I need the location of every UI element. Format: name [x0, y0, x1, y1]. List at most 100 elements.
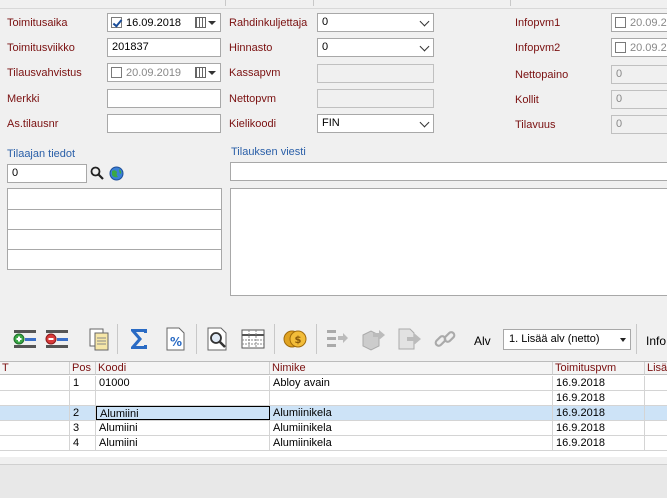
table-row[interactable]: 1 01000 Abloy avain 16.9.2018 — [0, 376, 667, 391]
tilaajan-tiedot-title: Tilaajan tiedot — [7, 148, 76, 160]
copy-document-icon[interactable] — [86, 326, 112, 352]
tilavuus-input: 0 — [611, 115, 667, 134]
infopvm2-checkbox[interactable] — [615, 42, 626, 53]
toimitusviikko-input[interactable]: 201837 — [107, 38, 221, 57]
cell-koodi-focused[interactable]: Alumiini — [96, 406, 270, 420]
alv-select[interactable]: 1. Lisää alv (netto) — [503, 329, 631, 350]
tilausvahvistus-label: Tilausvahvistus — [7, 67, 82, 79]
toolbar-separator — [316, 324, 317, 354]
cell-lisa[interactable] — [645, 391, 667, 405]
remove-row-icon[interactable] — [44, 326, 70, 352]
infopvm2-label: Infopvm2 — [515, 42, 561, 54]
cell-toimituspvm[interactable]: 16.9.2018 — [553, 376, 645, 390]
hinnasto-select[interactable]: 0 — [317, 38, 434, 57]
cell-pos[interactable] — [70, 391, 96, 405]
infopvm2-value: 20.09.20 — [630, 42, 667, 54]
table-view-icon[interactable] — [240, 326, 266, 352]
calendar-icon[interactable] — [195, 67, 206, 78]
dropdown-arrow-icon[interactable] — [208, 71, 216, 75]
link-icon[interactable] — [432, 326, 458, 352]
search-icon[interactable] — [90, 166, 104, 180]
rahdinkuljettaja-value: 0 — [322, 16, 329, 28]
toimitusaika-checkbox[interactable] — [111, 17, 122, 28]
tilauksen-viesti-input[interactable] — [230, 162, 667, 181]
kassapvm-input — [317, 64, 434, 83]
column-header-toimituspvm[interactable]: Toimituspvm — [553, 362, 645, 375]
toimitusaika-datepicker[interactable]: 16.09.2018 — [107, 13, 221, 32]
percent-document-icon[interactable]: % — [162, 326, 188, 352]
cell-koodi[interactable]: Alumiini — [96, 421, 270, 435]
coins-icon[interactable]: $ — [282, 326, 308, 352]
cell-pos[interactable]: 3 — [70, 421, 96, 435]
cell-t[interactable] — [0, 421, 70, 435]
cell-nimike[interactable]: Abloy avain — [270, 376, 553, 390]
cell-pos[interactable]: 1 — [70, 376, 96, 390]
infopvm1-datepicker[interactable]: 20.09.20 — [611, 13, 667, 32]
globe-icon[interactable] — [109, 166, 124, 181]
order-lines-grid[interactable]: T Pos Koodi Nimike Toimituspvm Lisä 1 01… — [0, 361, 667, 457]
svg-text:%: % — [170, 335, 182, 349]
cell-koodi[interactable] — [96, 391, 270, 405]
cell-t[interactable] — [0, 406, 70, 420]
column-header-lisa[interactable]: Lisä — [645, 362, 667, 375]
cell-pos[interactable]: 2 — [70, 406, 96, 420]
cell-koodi[interactable]: 01000 — [96, 376, 270, 390]
preview-icon[interactable] — [204, 326, 230, 352]
cell-t[interactable] — [0, 376, 70, 390]
cell-lisa[interactable] — [645, 436, 667, 450]
cell-koodi[interactable]: Alumiini — [96, 436, 270, 450]
infopvm1-label: Infopvm1 — [515, 17, 561, 29]
column-header-pos[interactable]: Pos — [70, 362, 96, 375]
sum-icon[interactable] — [126, 326, 152, 352]
kielikoodi-value: FIN — [322, 117, 340, 129]
tilaaja-address-box[interactable] — [7, 188, 222, 270]
box-export-icon[interactable] — [360, 326, 386, 352]
tilauksen-viesti-textarea[interactable] — [230, 188, 667, 296]
rahdinkuljettaja-select[interactable]: 0 — [317, 13, 434, 32]
as-tilausnr-input[interactable] — [107, 114, 221, 133]
infopvm1-value: 20.09.20 — [630, 17, 667, 29]
cell-pos[interactable]: 4 — [70, 436, 96, 450]
cell-nimike[interactable]: Alumiinikela — [270, 436, 553, 450]
cell-lisa[interactable] — [645, 376, 667, 390]
cell-nimike[interactable] — [270, 391, 553, 405]
tilausvahvistus-value: 20.09.2019 — [126, 67, 182, 79]
kielikoodi-select[interactable]: FIN — [317, 114, 434, 133]
table-row[interactable]: 4 Alumiini Alumiinikela 16.9.2018 — [0, 436, 667, 451]
table-row[interactable]: 3 Alumiini Alumiinikela 16.9.2018 — [0, 421, 667, 436]
cell-lisa[interactable] — [645, 421, 667, 435]
cell-nimike[interactable]: Alumiinikela — [270, 421, 553, 435]
cell-toimituspvm[interactable]: 16.9.2018 — [553, 406, 645, 420]
add-row-icon[interactable] — [12, 326, 38, 352]
column-header-nimike[interactable]: Nimike — [270, 362, 553, 375]
document-export-icon[interactable] — [396, 326, 422, 352]
column-header-t[interactable]: T — [0, 362, 70, 375]
toolbar-separator — [274, 324, 275, 354]
infopvm1-checkbox[interactable] — [615, 17, 626, 28]
address-line-divider — [8, 229, 221, 230]
merkki-input[interactable] — [107, 89, 221, 108]
cell-nimike[interactable]: Alumiinikela — [270, 406, 553, 420]
cell-toimituspvm[interactable]: 16.9.2018 — [553, 391, 645, 405]
infopvm2-datepicker[interactable]: 20.09.20 — [611, 38, 667, 57]
table-row-selected[interactable]: 2 Alumiini Alumiinikela 16.9.2018 — [0, 406, 667, 421]
transfer-rows-icon[interactable] — [324, 326, 350, 352]
alv-label: Alv — [474, 334, 491, 348]
cell-toimituspvm[interactable]: 16.9.2018 — [553, 436, 645, 450]
cell-t[interactable] — [0, 436, 70, 450]
calendar-icon[interactable] — [195, 17, 206, 28]
table-row[interactable]: 16.9.2018 — [0, 391, 667, 406]
cell-toimituspvm[interactable]: 16.9.2018 — [553, 421, 645, 435]
dropdown-arrow-icon — [620, 338, 626, 342]
merkki-label: Merkki — [7, 93, 40, 105]
tilaaja-search-input[interactable]: 0 — [7, 164, 87, 183]
nettopaino-label: Nettopaino — [515, 69, 569, 81]
cell-t[interactable] — [0, 391, 70, 405]
column-divider — [313, 0, 314, 6]
cell-lisa[interactable] — [645, 406, 667, 420]
tilausvahvistus-checkbox[interactable] — [111, 67, 122, 78]
dropdown-arrow-icon[interactable] — [208, 21, 216, 25]
tilausvahvistus-datepicker[interactable]: 20.09.2019 — [107, 63, 221, 82]
rahdinkuljettaja-label: Rahdinkuljettaja — [229, 17, 308, 29]
column-header-koodi[interactable]: Koodi — [96, 362, 270, 375]
